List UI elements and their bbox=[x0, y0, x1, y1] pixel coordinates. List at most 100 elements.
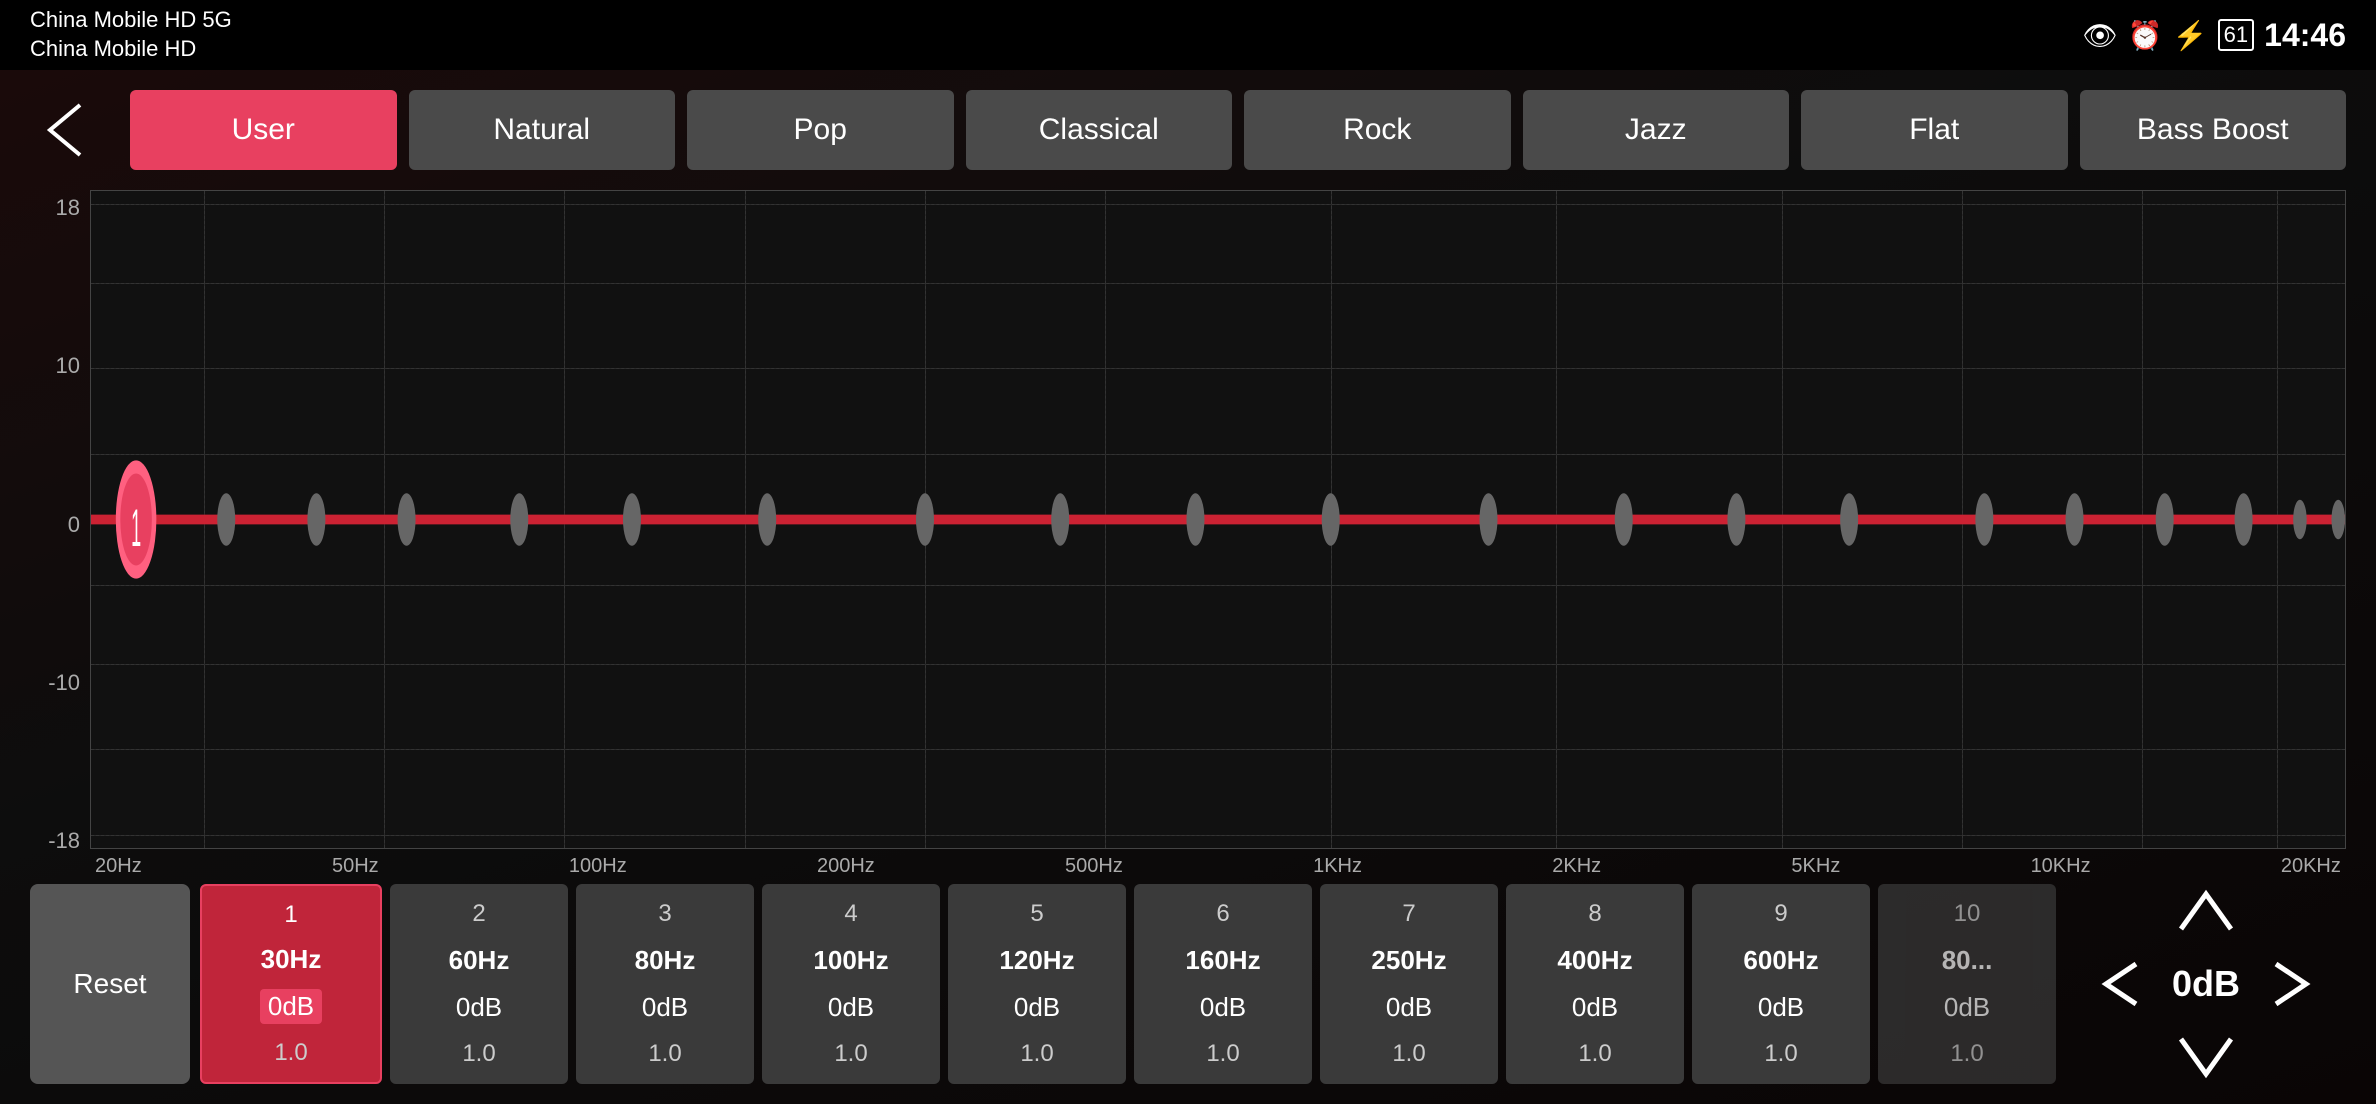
preset-user[interactable]: User bbox=[130, 90, 397, 170]
preset-flat[interactable]: Flat bbox=[1801, 90, 2068, 170]
band-list: 1 30Hz 0dB 1.0 2 60Hz 0dB 1.0 3 80Hz 0dB… bbox=[200, 884, 2056, 1084]
preset-classical[interactable]: Classical bbox=[966, 90, 1233, 170]
main-content: User Natural Pop Classical Rock Jazz Fla… bbox=[0, 70, 2376, 1104]
band-5-q: 1.0 bbox=[1020, 1040, 1053, 1068]
y-label-18: 18 bbox=[56, 195, 80, 221]
band-3[interactable]: 3 80Hz 0dB 1.0 bbox=[576, 884, 754, 1084]
band-5-num: 5 bbox=[1030, 900, 1043, 928]
band-5[interactable]: 5 120Hz 0dB 1.0 bbox=[948, 884, 1126, 1084]
status-bar: China Mobile HD 5G China Mobile HD 👁 ⏰ ⚡… bbox=[0, 0, 2376, 70]
band-1-q: 1.0 bbox=[274, 1039, 307, 1067]
band-9-freq: 600Hz bbox=[1743, 945, 1818, 976]
band-2[interactable]: 2 60Hz 0dB 1.0 bbox=[390, 884, 568, 1084]
band-3-db: 0dB bbox=[642, 992, 688, 1023]
band-9-db: 0dB bbox=[1758, 992, 1804, 1023]
eq-curve: 1 bbox=[91, 191, 2345, 848]
band-10-num: 10 bbox=[1954, 900, 1981, 928]
band-4-q: 1.0 bbox=[834, 1040, 867, 1068]
preset-bass-boost[interactable]: Bass Boost bbox=[2080, 90, 2347, 170]
band-6-q: 1.0 bbox=[1206, 1040, 1239, 1068]
band-3-q: 1.0 bbox=[648, 1040, 681, 1068]
x-label-50hz: 50Hz bbox=[332, 855, 379, 878]
chart-area: 1 bbox=[90, 190, 2346, 884]
band-10-q: 1.0 bbox=[1950, 1040, 1983, 1068]
band-7-q: 1.0 bbox=[1392, 1040, 1425, 1068]
carrier1-label: China Mobile HD 5G bbox=[30, 6, 232, 35]
x-label-500hz: 500Hz bbox=[1065, 855, 1123, 878]
x-label-5khz: 5KHz bbox=[1791, 855, 1840, 878]
band-6-db: 0dB bbox=[1200, 992, 1246, 1023]
y-label-n10: -10 bbox=[48, 670, 80, 696]
band-7[interactable]: 7 250Hz 0dB 1.0 bbox=[1320, 884, 1498, 1084]
preset-jazz[interactable]: Jazz bbox=[1523, 90, 1790, 170]
band-5-freq: 120Hz bbox=[999, 945, 1074, 976]
status-right: 👁 ⏰ ⚡ 61 14:46 bbox=[2082, 17, 2346, 54]
band-1-db: 0dB bbox=[260, 989, 322, 1024]
band-5-db: 0dB bbox=[1014, 992, 1060, 1023]
band-1[interactable]: 1 30Hz 0dB 1.0 bbox=[200, 884, 382, 1084]
band-4-db: 0dB bbox=[828, 992, 874, 1023]
x-label-10khz: 10KHz bbox=[2031, 855, 2091, 878]
band-8-db: 0dB bbox=[1572, 992, 1618, 1023]
db-display-row: 0dB bbox=[2066, 954, 2346, 1014]
band-1-num: 1 bbox=[284, 901, 297, 929]
x-label-2khz: 2KHz bbox=[1552, 855, 1601, 878]
band-4-freq: 100Hz bbox=[813, 945, 888, 976]
band-3-num: 3 bbox=[658, 900, 671, 928]
preset-pop[interactable]: Pop bbox=[687, 90, 954, 170]
band-2-num: 2 bbox=[472, 900, 485, 928]
band-6[interactable]: 6 160Hz 0dB 1.0 bbox=[1134, 884, 1312, 1084]
right-arrow-button[interactable] bbox=[2261, 954, 2321, 1014]
band-7-num: 7 bbox=[1402, 900, 1415, 928]
left-arrow-button[interactable] bbox=[2091, 954, 2151, 1014]
reset-button[interactable]: Reset bbox=[30, 884, 190, 1084]
preset-natural[interactable]: Natural bbox=[409, 90, 676, 170]
band-8[interactable]: 8 400Hz 0dB 1.0 bbox=[1506, 884, 1684, 1084]
band-2-db: 0dB bbox=[456, 992, 502, 1023]
carrier2-label: China Mobile HD bbox=[30, 35, 232, 64]
y-label-0: 0 bbox=[68, 512, 80, 538]
eye-icon: 👁 bbox=[2082, 19, 2118, 52]
band-2-freq: 60Hz bbox=[449, 945, 510, 976]
band-7-freq: 250Hz bbox=[1371, 945, 1446, 976]
bottom-controls: Reset 1 30Hz 0dB 1.0 2 60Hz 0dB 1.0 3 80… bbox=[30, 884, 2346, 1084]
band-9-q: 1.0 bbox=[1764, 1040, 1797, 1068]
down-arrow-button[interactable] bbox=[2166, 1024, 2246, 1084]
band-7-db: 0dB bbox=[1386, 992, 1432, 1023]
clock: 14:46 bbox=[2264, 17, 2346, 54]
y-axis: 18 10 0 -10 -18 bbox=[30, 190, 90, 884]
db-value-display: 0dB bbox=[2166, 963, 2246, 1005]
band-8-q: 1.0 bbox=[1578, 1040, 1611, 1068]
band-4[interactable]: 4 100Hz 0dB 1.0 bbox=[762, 884, 940, 1084]
up-arrow-button[interactable] bbox=[2166, 884, 2246, 944]
back-button[interactable] bbox=[30, 90, 110, 170]
preset-rock[interactable]: Rock bbox=[1244, 90, 1511, 170]
band-8-num: 8 bbox=[1588, 900, 1601, 928]
x-label-100hz: 100Hz bbox=[569, 855, 627, 878]
band-10[interactable]: 10 80... 0dB 1.0 bbox=[1878, 884, 2056, 1084]
right-controls: 0dB bbox=[2066, 884, 2346, 1084]
band-8-freq: 400Hz bbox=[1557, 945, 1632, 976]
bluetooth-icon: ⚡ bbox=[2173, 19, 2208, 52]
top-bar: User Natural Pop Classical Rock Jazz Fla… bbox=[30, 90, 2346, 170]
band-6-freq: 160Hz bbox=[1185, 945, 1260, 976]
y-label-n18: -18 bbox=[48, 828, 80, 854]
band-10-db: 0dB bbox=[1944, 992, 1990, 1023]
band-4-num: 4 bbox=[844, 900, 857, 928]
preset-tabs: User Natural Pop Classical Rock Jazz Fla… bbox=[130, 90, 2346, 170]
band-1-freq: 30Hz bbox=[261, 944, 322, 975]
svg-text:1: 1 bbox=[131, 499, 141, 558]
back-icon bbox=[40, 100, 100, 160]
band-9[interactable]: 9 600Hz 0dB 1.0 bbox=[1692, 884, 1870, 1084]
eq-chart-container: 18 10 0 -10 -18 bbox=[30, 190, 2346, 884]
y-label-10: 10 bbox=[56, 353, 80, 379]
chart-grid[interactable]: 1 bbox=[90, 190, 2346, 849]
alarm-icon: ⏰ bbox=[2128, 19, 2163, 52]
carrier-info: China Mobile HD 5G China Mobile HD bbox=[30, 6, 232, 63]
band-2-q: 1.0 bbox=[462, 1040, 495, 1068]
x-label-200hz: 200Hz bbox=[817, 855, 875, 878]
band-10-freq: 80... bbox=[1942, 945, 1993, 976]
x-label-1khz: 1KHz bbox=[1313, 855, 1362, 878]
band-6-num: 6 bbox=[1216, 900, 1229, 928]
x-label-20hz: 20Hz bbox=[95, 855, 142, 878]
